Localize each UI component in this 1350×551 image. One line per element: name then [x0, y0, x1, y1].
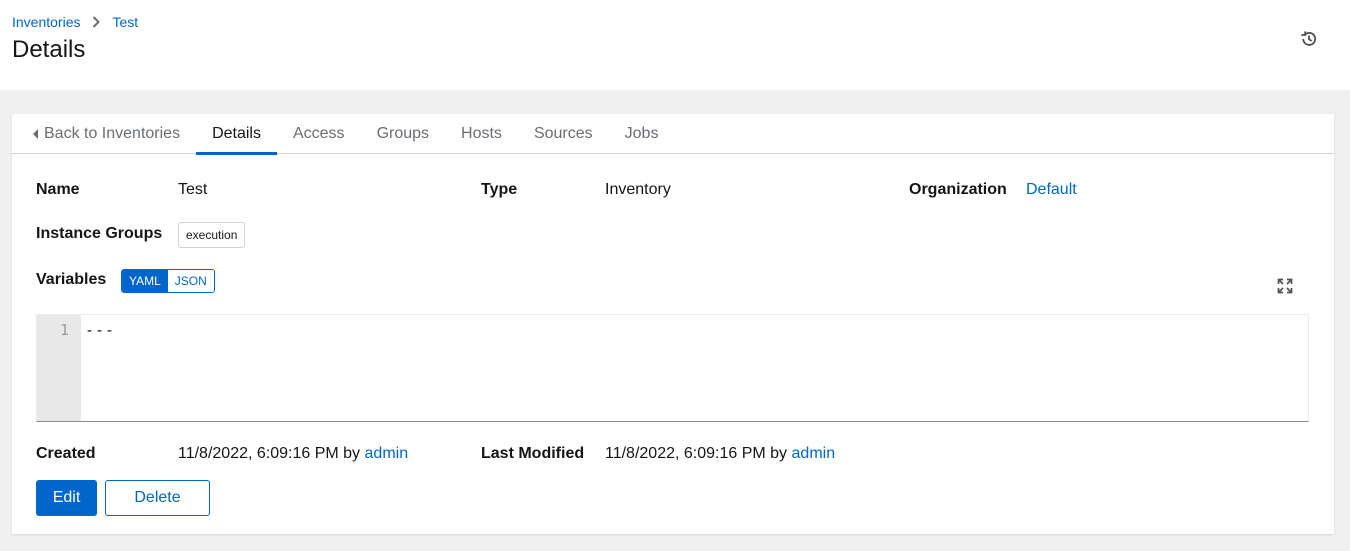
breadcrumb: Inventories Test	[12, 14, 138, 30]
caret-left-icon	[33, 129, 38, 139]
edit-button[interactable]: Edit	[36, 480, 97, 516]
created-by-user-link[interactable]: admin	[365, 445, 409, 462]
tab-access[interactable]: Access	[277, 114, 361, 154]
history-icon[interactable]	[1298, 28, 1320, 50]
variables-label: Variables	[36, 271, 107, 288]
editor-content[interactable]: ---	[81, 315, 115, 421]
tab-hosts[interactable]: Hosts	[445, 114, 518, 154]
instance-groups-label: Instance Groups	[36, 225, 163, 242]
modified-date: 11/8/2022, 6:09:16 PM by	[605, 445, 788, 462]
variables-format-toggle: YAML JSON	[121, 269, 215, 293]
created-date: 11/8/2022, 6:09:16 PM by	[178, 445, 361, 462]
organization-label: Organization	[909, 181, 1007, 198]
modified-by-user-link[interactable]: admin	[792, 445, 836, 462]
name-label: Name	[36, 181, 80, 198]
tab-label: Groups	[376, 125, 430, 142]
breadcrumb-inventories-link[interactable]: Inventories	[12, 14, 80, 30]
tab-label: Jobs	[624, 125, 659, 142]
tab-sources[interactable]: Sources	[518, 114, 609, 154]
breadcrumb-test-link[interactable]: Test	[112, 14, 138, 30]
tab-details[interactable]: Details	[196, 114, 277, 155]
editor-line-number: 1	[37, 315, 81, 421]
last-modified-value: 11/8/2022, 6:09:16 PM by admin	[605, 445, 835, 463]
instance-group-chip: execution	[178, 222, 246, 248]
page-title: Details	[12, 36, 86, 63]
tab-label: Details	[212, 125, 261, 142]
last-modified-label: Last Modified	[481, 445, 585, 462]
json-toggle-button[interactable]: JSON	[167, 270, 214, 292]
tab-label: Back to Inventories	[44, 125, 181, 142]
variables-code-editor[interactable]: 1 ---	[36, 314, 1309, 422]
organization-link[interactable]: Default	[1026, 181, 1077, 199]
type-value: Inventory	[605, 181, 671, 198]
type-label: Type	[481, 181, 518, 198]
tab-jobs[interactable]: Jobs	[609, 114, 675, 154]
details-card: Back to Inventories Details Access Group…	[12, 114, 1334, 534]
created-label: Created	[36, 445, 96, 462]
tab-label: Sources	[533, 125, 593, 142]
tab-bar: Back to Inventories Details Access Group…	[12, 114, 1334, 155]
tab-label: Access	[292, 125, 345, 142]
chevron-right-icon	[92, 16, 101, 28]
expand-icon[interactable]	[1275, 276, 1295, 296]
tab-label: Hosts	[461, 125, 502, 142]
tab-groups[interactable]: Groups	[361, 114, 445, 154]
delete-button[interactable]: Delete	[105, 480, 210, 516]
created-value: 11/8/2022, 6:09:16 PM by admin	[178, 445, 408, 463]
yaml-toggle-button[interactable]: YAML	[122, 270, 168, 292]
page-header: Inventories Test Details	[0, 0, 1350, 90]
tab-back-to-inventories[interactable]: Back to Inventories	[12, 114, 196, 154]
name-value: Test	[178, 181, 208, 198]
